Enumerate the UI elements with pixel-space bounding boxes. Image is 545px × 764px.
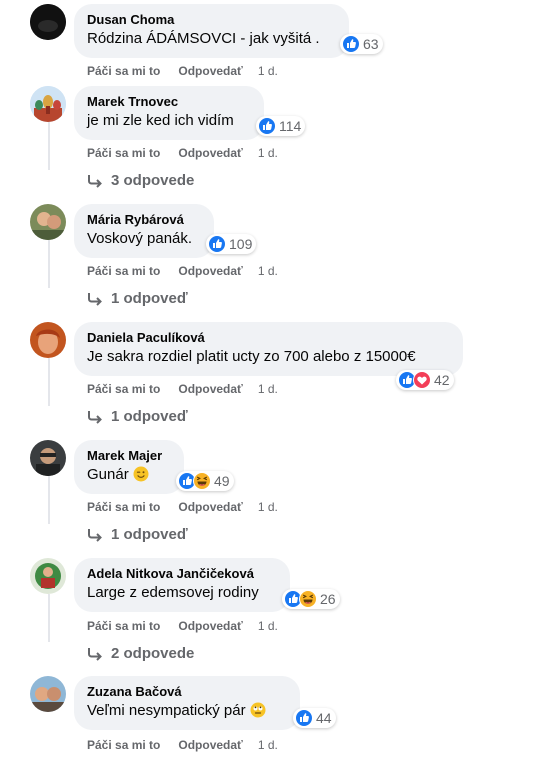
comment-text: Veľmi nesympatický pár xyxy=(87,701,287,721)
reaction-count: 42 xyxy=(434,372,450,388)
comment-bubble: Marek Majer Gunár xyxy=(74,440,184,494)
like-button[interactable]: Páči sa mi to xyxy=(87,263,160,279)
comment-author[interactable]: Dusan Choma xyxy=(87,12,336,28)
comment-bubble: Dusan Choma Ródzina ÁDÁMSOVCI - jak vyši… xyxy=(74,4,349,58)
like-reaction-icon xyxy=(342,35,360,53)
comment-text: Gunár xyxy=(87,465,171,485)
reply-button[interactable]: Odpovedať xyxy=(178,63,242,79)
like-reaction-icon xyxy=(295,709,313,727)
reply-arrow-icon xyxy=(88,174,102,188)
reaction-summary[interactable]: 114 xyxy=(256,116,306,136)
replies-count: 1 odpoveď xyxy=(111,290,188,307)
reaction-summary[interactable]: 109 xyxy=(206,234,257,254)
reply-arrow-icon xyxy=(88,292,102,306)
love-reaction-icon xyxy=(413,371,431,389)
thread-line xyxy=(48,594,50,642)
replies-count: 1 odpoveď xyxy=(111,408,188,425)
avatar[interactable] xyxy=(30,558,66,594)
timestamp[interactable]: 1 d. xyxy=(258,63,278,79)
comment-author[interactable]: Daniela Paculíková xyxy=(87,330,450,346)
thread-line xyxy=(48,240,50,288)
comment-text: Ródzina ÁDÁMSOVCI - jak vyšitá . xyxy=(87,30,320,47)
reaction-summary[interactable]: 63 xyxy=(340,34,383,54)
timestamp[interactable]: 1 d. xyxy=(258,618,278,634)
comment-bubble: Daniela Paculíková Je sakra rozdiel plat… xyxy=(74,322,463,376)
like-button[interactable]: Páči sa mi to xyxy=(87,145,160,161)
reaction-count: 26 xyxy=(320,591,336,607)
reaction-summary[interactable]: 26 xyxy=(282,589,340,609)
comment-author[interactable]: Mária Rybárová xyxy=(87,212,201,228)
comment-author[interactable]: Zuzana Bačová xyxy=(87,684,287,700)
avatar[interactable] xyxy=(30,4,66,40)
comment-bubble: Mária Rybárová Voskový panák. xyxy=(74,204,214,258)
like-button[interactable]: Páči sa mi to xyxy=(87,737,160,753)
avatar[interactable] xyxy=(30,204,66,240)
view-replies-link[interactable]: 1 odpoveď xyxy=(87,408,188,425)
reply-arrow-icon xyxy=(88,647,102,661)
reaction-count: 114 xyxy=(279,118,302,134)
like-button[interactable]: Páči sa mi to xyxy=(87,618,160,634)
comment-text: je mi zle ked ich vidím xyxy=(87,112,234,129)
thread-line xyxy=(48,476,50,524)
replies-count: 2 odpovede xyxy=(111,645,195,662)
comment-bubble: Adela Nitkova Jančičeková Large z edemso… xyxy=(74,558,290,612)
replies-count: 3 odpovede xyxy=(111,172,195,189)
reaction-summary[interactable]: 44 xyxy=(293,708,336,728)
like-button[interactable]: Páči sa mi to xyxy=(87,63,160,79)
reaction-summary[interactable]: 49 xyxy=(176,471,234,491)
wink-emoji xyxy=(133,466,149,482)
reply-button[interactable]: Odpovedať xyxy=(178,263,242,279)
comment-text: Voskový panák. xyxy=(87,230,193,247)
reply-arrow-icon xyxy=(88,528,102,542)
reaction-count: 109 xyxy=(229,236,253,252)
haha-reaction-icon xyxy=(193,472,211,490)
reply-button[interactable]: Odpovedať xyxy=(178,737,242,753)
comment-text: Large z edemsovej rodiny xyxy=(87,584,259,601)
reaction-count: 44 xyxy=(316,710,332,726)
timestamp[interactable]: 1 d. xyxy=(258,263,278,279)
timestamp[interactable]: 1 d. xyxy=(258,381,278,397)
avatar[interactable] xyxy=(30,440,66,476)
like-reaction-icon xyxy=(208,235,226,253)
view-replies-link[interactable]: 1 odpoveď xyxy=(87,526,188,543)
thread-line xyxy=(48,358,50,406)
timestamp[interactable]: 1 d. xyxy=(258,737,278,753)
view-replies-link[interactable]: 1 odpoveď xyxy=(87,290,188,307)
like-button[interactable]: Páči sa mi to xyxy=(87,381,160,397)
like-reaction-icon xyxy=(258,117,276,135)
avatar[interactable] xyxy=(30,322,66,358)
comment-bubble: Zuzana Bačová Veľmi nesympatický pár xyxy=(74,676,300,730)
timestamp[interactable]: 1 d. xyxy=(258,499,278,515)
comment-author[interactable]: Adela Nitkova Jančičeková xyxy=(87,566,277,582)
reply-button[interactable]: Odpovedať xyxy=(178,381,242,397)
reaction-count: 63 xyxy=(363,36,379,52)
comment-author[interactable]: Marek Majer xyxy=(87,448,171,464)
reaction-count: 49 xyxy=(214,473,230,489)
replies-count: 1 odpoveď xyxy=(111,526,188,543)
comment-bubble: Marek Trnovec je mi zle ked ich vidím xyxy=(74,86,264,140)
view-replies-link[interactable]: 2 odpovede xyxy=(87,645,194,662)
reply-button[interactable]: Odpovedať xyxy=(178,499,242,515)
avatar[interactable] xyxy=(30,676,66,712)
thread-line xyxy=(48,122,50,170)
eye-roll-emoji xyxy=(250,702,266,718)
view-replies-link[interactable]: 3 odpovede xyxy=(87,172,194,189)
haha-reaction-icon xyxy=(299,590,317,608)
like-button[interactable]: Páči sa mi to xyxy=(87,499,160,515)
reply-button[interactable]: Odpovedať xyxy=(178,145,242,161)
comment-author[interactable]: Marek Trnovec xyxy=(87,94,251,110)
avatar[interactable] xyxy=(30,86,66,122)
reply-button[interactable]: Odpovedať xyxy=(178,618,242,634)
reply-arrow-icon xyxy=(88,410,102,424)
reaction-summary[interactable]: 42 xyxy=(396,370,454,390)
comment-text: Je sakra rozdiel platit ucty zo 700 aleb… xyxy=(87,348,416,365)
timestamp[interactable]: 1 d. xyxy=(258,145,278,161)
